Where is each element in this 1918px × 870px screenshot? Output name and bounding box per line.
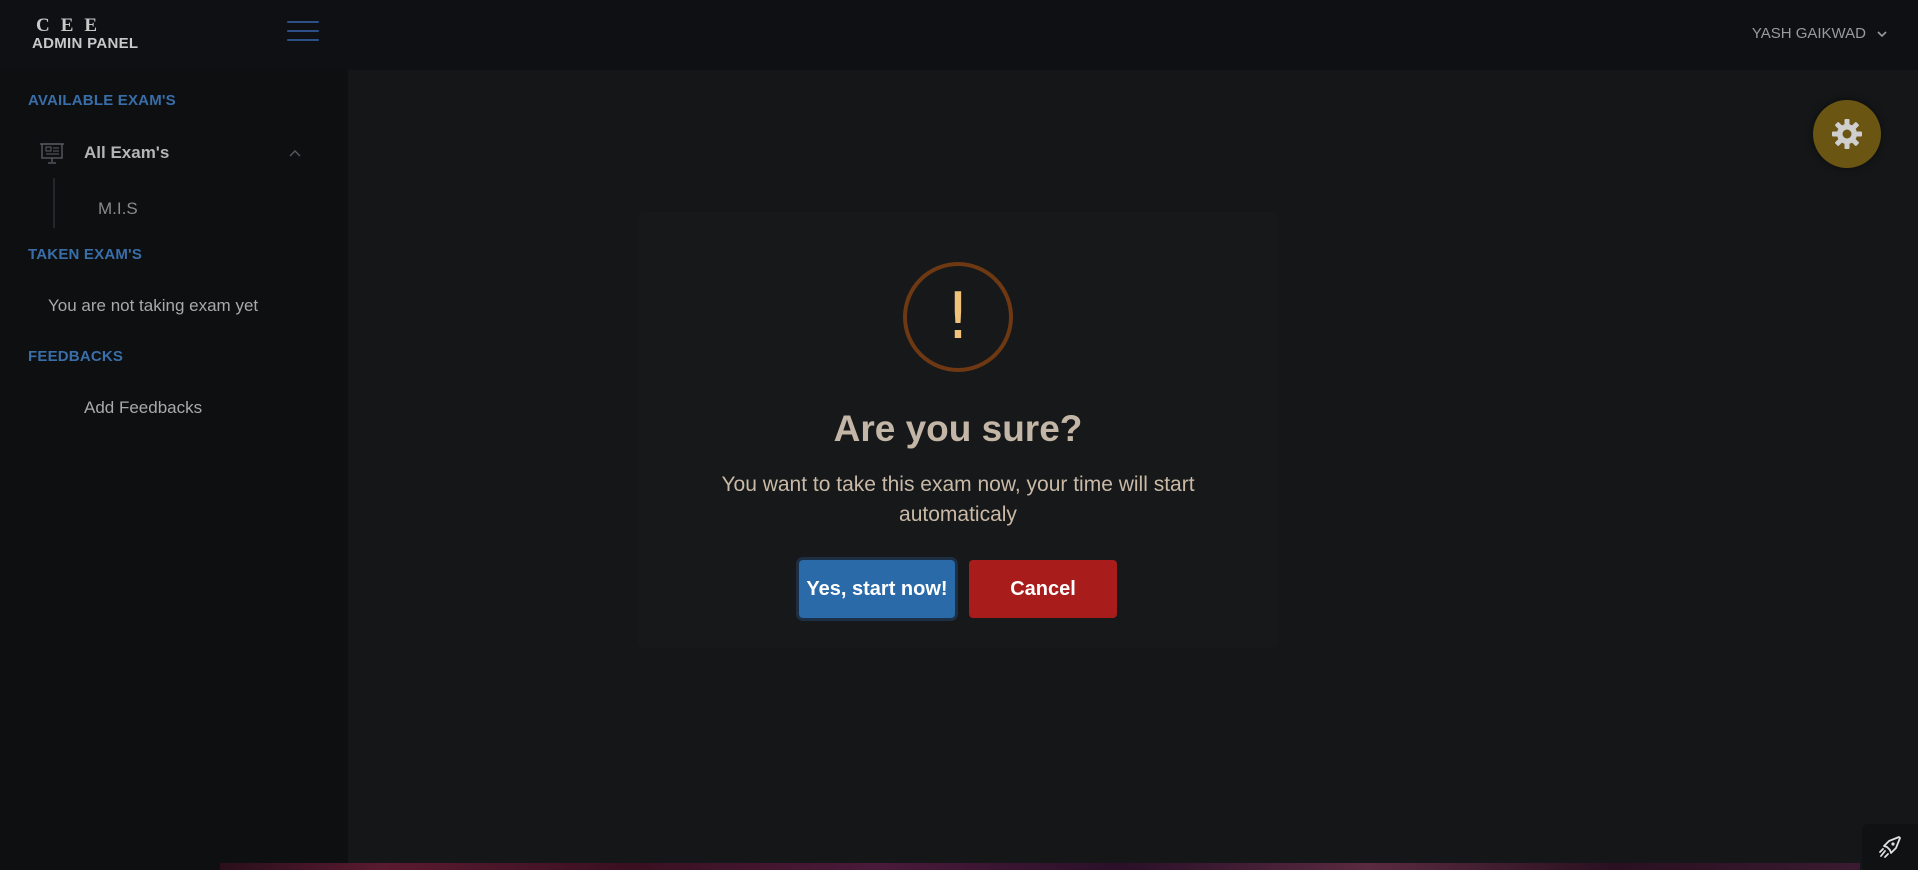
sidebar-subitem-mis[interactable]: M.I.S [98,199,138,219]
rocket-icon [1879,836,1901,858]
logo-subtitle: ADMIN PANEL [32,35,139,52]
user-menu[interactable]: YASH GAIKWAD [1752,25,1888,42]
settings-button[interactable] [1813,100,1881,168]
confirm-start-button[interactable]: Yes, start now! [799,560,955,618]
sidebar-item-all-exams[interactable]: All Exam's [40,136,310,170]
sidebar: AVAILABLE EXAM'S All Exam's M.I.S TAKEN … [0,70,348,870]
gear-icon [1832,119,1862,149]
section-title-feedbacks: FEEDBACKS [28,348,124,365]
sidebar-item-add-feedbacks[interactable]: Add Feedbacks [84,398,202,418]
presentation-board-icon [40,143,64,164]
taken-exams-empty-text: You are not taking exam yet [48,296,259,315]
user-name: YASH GAIKWAD [1751,25,1866,42]
confirm-dialog: ! Are you sure? You want to take this ex… [638,212,1278,648]
top-header: CEE ADMIN PANEL YASH GAIKWAD [0,0,1918,70]
sidebar-item-label: All Exam's [84,143,170,162]
dialog-title: Are you sure? [833,408,1083,449]
logo-brand: CEE [36,15,109,36]
dialog-actions: Yes, start now! Cancel [638,560,1278,618]
section-title-taken-exams: TAKEN EXAM'S [28,246,143,263]
corner-launch-button[interactable] [1862,824,1918,870]
chevron-up-icon[interactable] [288,148,302,158]
exclamation-icon: ! [903,262,1013,372]
logo[interactable]: CEE ADMIN PANEL [32,15,152,52]
section-title-available-exams: AVAILABLE EXAM'S [28,92,176,109]
background-strip [220,863,1860,870]
tree-connector [53,178,55,228]
warning-glyph: ! [945,280,971,354]
cancel-button[interactable]: Cancel [969,560,1117,618]
chevron-down-icon [1877,30,1887,37]
dialog-message: You want to take this exam now, your tim… [721,473,1195,526]
hamburger-icon[interactable] [287,21,319,41]
